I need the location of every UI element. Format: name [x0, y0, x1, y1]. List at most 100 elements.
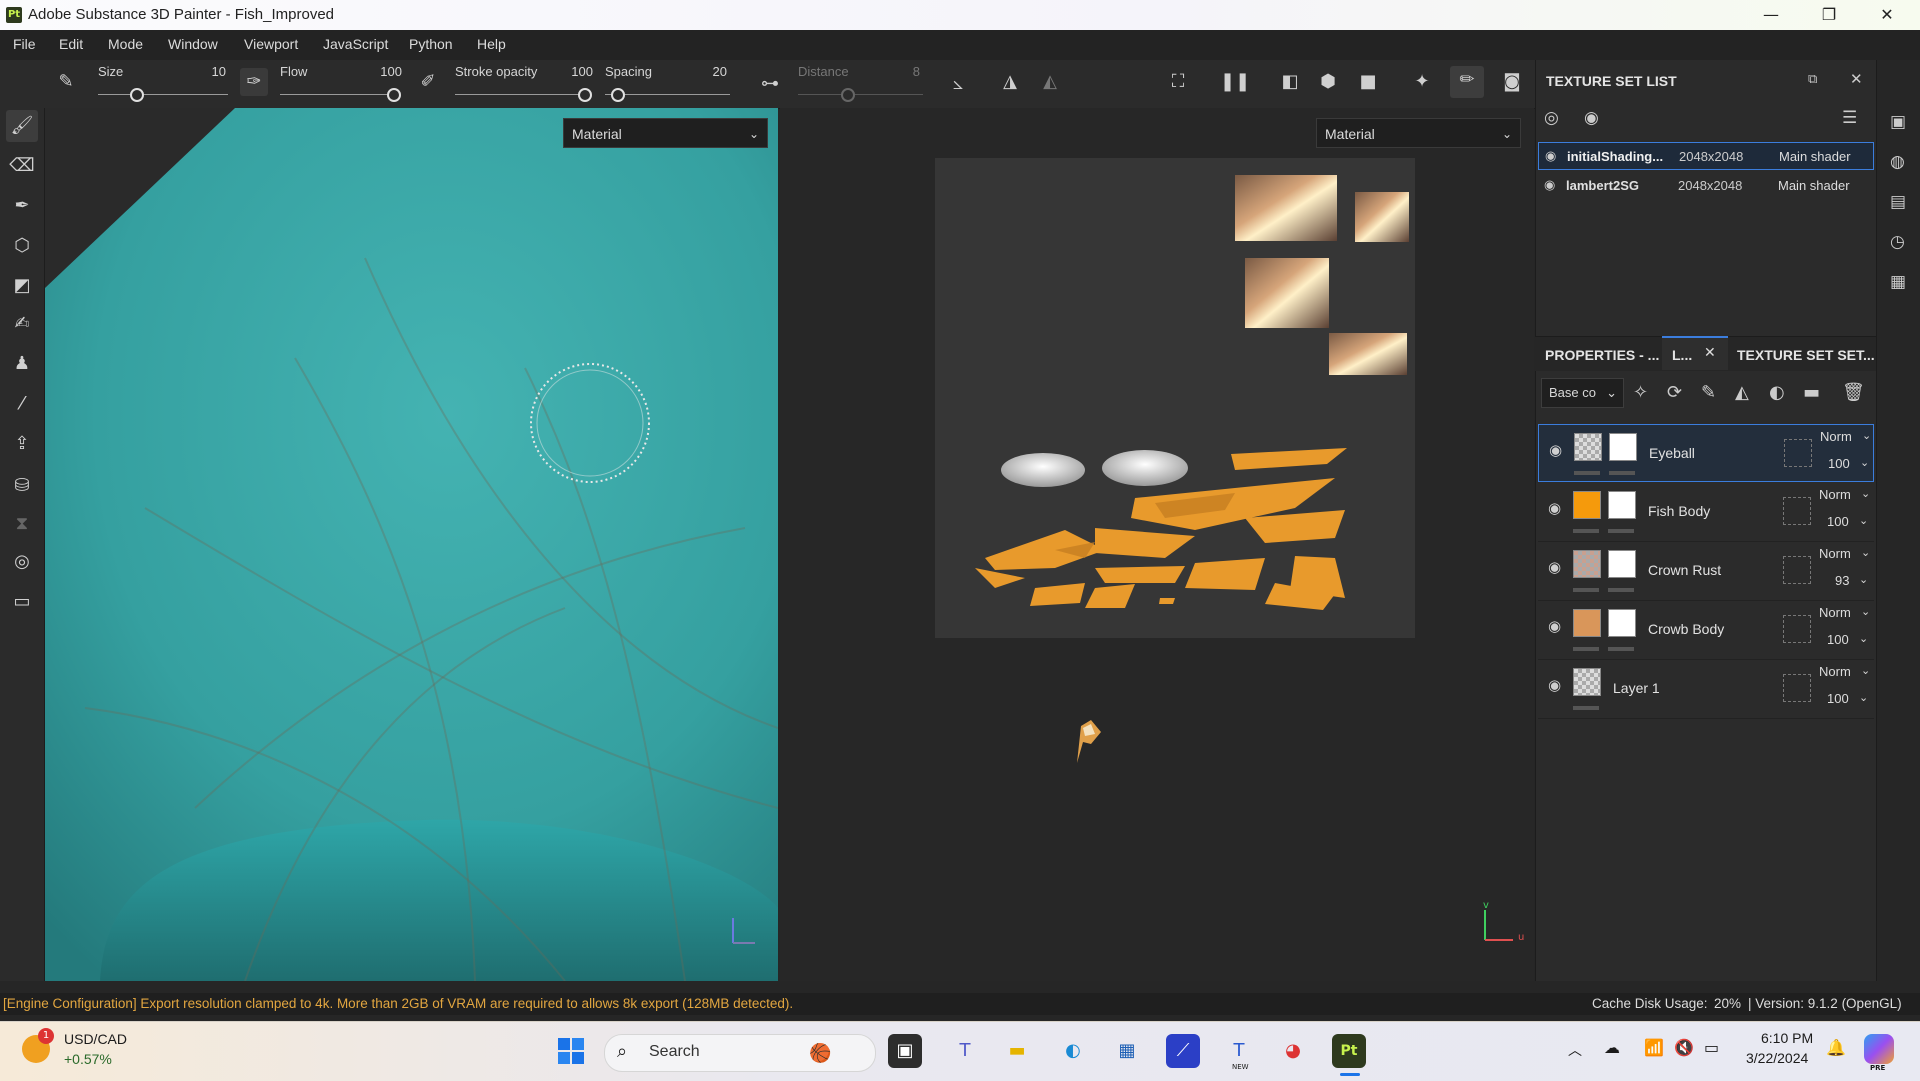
volume-mute-icon[interactable]: 🔇	[1674, 1038, 1694, 1057]
layer-mask-slot[interactable]	[1783, 497, 1811, 525]
onedrive-icon[interactable]: ☁	[1604, 1038, 1620, 1057]
close-window-button[interactable]: ✕	[1858, 0, 1916, 30]
pause-render-icon[interactable]: ❚❚	[1220, 68, 1250, 96]
minimize-button[interactable]: —	[1742, 0, 1800, 30]
battery-icon[interactable]: ▭	[1704, 1038, 1719, 1057]
tool-settings-icon[interactable]: ✦	[1408, 68, 1436, 96]
taskbar-search-box[interactable]: ⌕ Search 🏀	[604, 1034, 876, 1072]
menu-python[interactable]: Python	[409, 36, 453, 52]
windows-start-icon[interactable]	[554, 1034, 588, 1068]
smudge-icon[interactable]: ✍	[6, 308, 38, 340]
inspect-icon[interactable]: ◎	[6, 546, 38, 578]
layer-opacity[interactable]: 100	[1827, 514, 1849, 529]
eye-icon[interactable]: ◉	[1548, 676, 1561, 694]
task-view-icon[interactable]: ▣	[888, 1034, 922, 1068]
layer-row[interactable]: ◉ Crown Rust Norm ⌄ 93 ⌄	[1538, 542, 1874, 601]
layer-opacity[interactable]: 93	[1835, 573, 1849, 588]
file-explorer-icon[interactable]: ▬	[1000, 1034, 1034, 1068]
list-settings-icon[interactable]: ☰	[1842, 108, 1857, 128]
display-settings-icon[interactable]: ◍	[1890, 152, 1905, 172]
scene-icon[interactable]: ▭	[6, 586, 38, 618]
channel-select[interactable]: Base co ⌄	[1541, 378, 1624, 408]
texture-set-row[interactable]: ◉ initialShading... 2048x2048 Main shade…	[1538, 142, 1874, 170]
paint-brush-icon[interactable]: 🖌	[6, 110, 38, 142]
stroke-opacity-slider[interactable]	[455, 94, 590, 95]
distance-value[interactable]: 8	[890, 64, 920, 79]
eye-icon[interactable]: ◉	[1548, 499, 1561, 517]
add-paint-layer-icon[interactable]: ✎	[1701, 382, 1716, 403]
layer-blend-mode[interactable]: Norm	[1819, 605, 1851, 620]
stroke-opacity-slider-handle[interactable]	[578, 88, 592, 102]
hide-selection-icon[interactable]: ⛶	[1164, 68, 1192, 96]
viewport-2d[interactable]: Material ⌄ v u	[780, 108, 1534, 981]
eye-icon[interactable]: ◉	[1545, 148, 1556, 164]
line-angle-icon[interactable]: ⦣	[944, 70, 972, 98]
eye-icon[interactable]: ◉	[1584, 108, 1599, 128]
layer-blend-mode[interactable]: Norm	[1819, 664, 1851, 679]
layer-row[interactable]: ◉ Eyeball Norm ⌄ 100 ⌄	[1538, 424, 1874, 482]
spacing-slider-handle[interactable]	[610, 88, 625, 102]
symmetry-options-icon[interactable]: ◭	[1036, 68, 1064, 96]
symmetry-icon[interactable]: ◮	[996, 68, 1024, 96]
layer-row[interactable]: ◉ Fish Body Norm ⌄ 100 ⌄	[1538, 483, 1874, 542]
edge-icon[interactable]: ◐	[1056, 1034, 1090, 1068]
close-panel-icon[interactable]: ✕	[1850, 70, 1863, 88]
opacity-brush-icon[interactable]: ✐	[414, 68, 442, 96]
add-mask-icon[interactable]: ⟳	[1667, 382, 1682, 403]
menu-mode[interactable]: Mode	[108, 36, 143, 52]
flow-slider-handle[interactable]	[387, 88, 401, 102]
layer-opacity[interactable]: 100	[1828, 456, 1850, 471]
spacing-value[interactable]: 20	[697, 64, 727, 79]
stroke-opacity-value[interactable]: 100	[563, 64, 593, 79]
size-value[interactable]: 10	[196, 64, 226, 79]
layer-row[interactable]: ◉ Crowb Body Norm ⌄ 100 ⌄	[1538, 601, 1874, 660]
store-icon[interactable]: ▦	[1110, 1034, 1144, 1068]
add-folder-icon[interactable]: ▬	[1803, 382, 1820, 403]
eraser-icon[interactable]: ⌫	[6, 150, 38, 182]
eye-icon[interactable]: ◉	[1548, 617, 1561, 635]
camera-icon[interactable]: ■	[1354, 68, 1382, 96]
menu-window[interactable]: Window	[168, 36, 218, 52]
wifi-icon[interactable]: 📶	[1644, 1038, 1664, 1057]
distance-slider[interactable]	[798, 94, 923, 95]
delete-layer-icon[interactable]: 🗑	[1842, 382, 1865, 403]
menu-edit[interactable]: Edit	[59, 36, 83, 52]
hide-all-icon[interactable]: ◎	[1544, 108, 1559, 128]
layer-blend-mode[interactable]: Norm	[1819, 487, 1851, 502]
tab-texture-set-settings[interactable]: TEXTURE SET SET...	[1737, 347, 1875, 363]
viewport-2d-channel-dropdown[interactable]: Material ⌄	[1316, 118, 1521, 148]
chrome-icon[interactable]: ◕	[1276, 1034, 1310, 1068]
geometry-mask-icon[interactable]: ◩	[6, 270, 38, 302]
teams-icon[interactable]: T	[948, 1034, 982, 1068]
bake-icon[interactable]: ⛁	[6, 470, 38, 502]
menu-help[interactable]: Help	[477, 36, 506, 52]
layer-mask-slot[interactable]	[1783, 674, 1811, 702]
size-slider[interactable]	[98, 94, 228, 95]
menu-javascript[interactable]: JavaScript	[323, 36, 388, 52]
split-view-icon[interactable]: ◧	[1276, 68, 1304, 96]
distance-slider-handle[interactable]	[841, 88, 855, 102]
lazy-mouse-icon[interactable]: ⊶	[756, 70, 784, 98]
export-icon[interactable]: ⇪	[6, 428, 38, 460]
history-icon[interactable]: ◷	[1890, 232, 1905, 252]
color-picker-icon[interactable]: ⁄	[6, 388, 38, 420]
tab-properties[interactable]: PROPERTIES - ...	[1545, 347, 1659, 363]
flow-slider[interactable]	[280, 94, 400, 95]
substance-painter-icon[interactable]: Pt	[1332, 1034, 1366, 1068]
measure-icon[interactable]: ⧗	[6, 508, 38, 540]
flow-value[interactable]: 100	[372, 64, 402, 79]
size-slider-handle[interactable]	[130, 88, 144, 102]
layer-row[interactable]: ◉ Layer 1 Norm ⌄ 100 ⌄	[1538, 660, 1874, 719]
eye-icon[interactable]: ◉	[1549, 441, 1562, 459]
restore-button[interactable]: ❐	[1800, 0, 1858, 30]
log-icon[interactable]: ▦	[1890, 272, 1906, 292]
paint-mode-icon[interactable]: ✏	[1450, 66, 1484, 98]
ticker-name[interactable]: USD/CAD	[64, 1031, 127, 1047]
texture-set-row[interactable]: ◉ lambert2SG 2048x2048 Main shader	[1538, 172, 1874, 200]
clock-date[interactable]: 3/22/2024	[1746, 1050, 1808, 1066]
eye-icon[interactable]: ◉	[1548, 558, 1561, 576]
add-mask-color-icon[interactable]: ◐	[1769, 382, 1785, 403]
brush-preset-icon[interactable]: ✎	[52, 68, 80, 96]
texture-set-settings-icon[interactable]: ▣	[1890, 112, 1906, 132]
tab-layers[interactable]: L...	[1672, 347, 1692, 363]
